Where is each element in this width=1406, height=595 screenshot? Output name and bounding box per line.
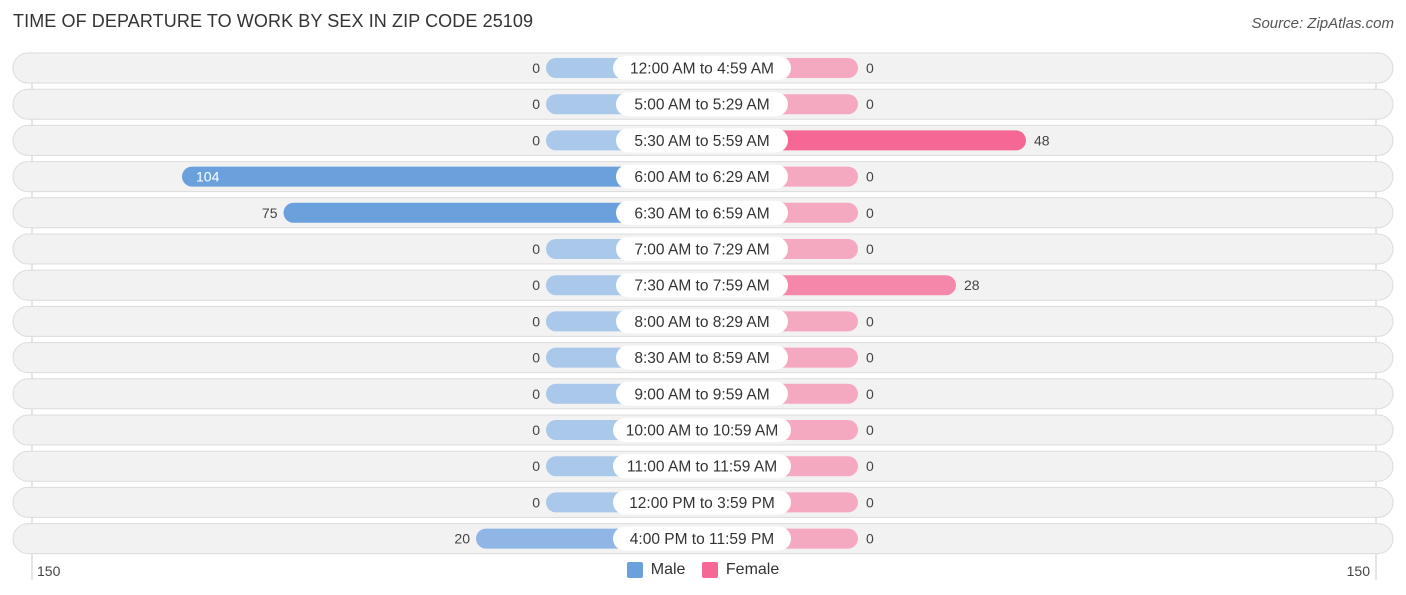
value-label-female: 0	[866, 422, 874, 438]
category-label: 7:30 AM to 7:59 AM	[634, 278, 769, 295]
value-label-male: 0	[532, 494, 540, 510]
legend-swatch-female	[701, 562, 718, 578]
value-label-male: 0	[532, 422, 540, 438]
value-label-female: 0	[866, 60, 874, 76]
value-label-female: 0	[866, 169, 874, 185]
value-label-female: 48	[1034, 132, 1050, 148]
category-label: 8:30 AM to 8:59 AM	[634, 350, 769, 367]
value-label-female: 0	[866, 313, 874, 329]
category-label: 10:00 AM to 10:59 AM	[626, 423, 779, 440]
value-label-male: 0	[532, 96, 540, 112]
chart-area: 12:00 AM to 4:59 AM 0 0 5:00 AM to 5:29 AM 0…	[12, 52, 1394, 580]
legend-item-female: Female	[701, 561, 780, 579]
value-label-female: 0	[866, 241, 874, 257]
value-label-female: 0	[866, 458, 874, 474]
legend-swatch-male	[626, 562, 643, 578]
legend: Male Female	[0, 561, 1406, 583]
category-label: 6:30 AM to 6:59 AM	[634, 205, 769, 222]
value-label-female: 0	[866, 205, 874, 221]
category-label: 5:30 AM to 5:59 AM	[634, 133, 769, 150]
category-label: 11:00 AM to 11:59 AM	[627, 459, 777, 476]
value-label-male: 0	[532, 277, 540, 293]
value-label-female: 0	[866, 350, 874, 366]
category-label: 12:00 PM to 3:59 PM	[629, 495, 775, 512]
value-label-female: 0	[866, 386, 874, 402]
category-label: 7:00 AM to 7:29 AM	[634, 242, 769, 259]
category-label: 5:00 AM to 5:29 AM	[634, 97, 769, 114]
value-label-male: 0	[532, 350, 540, 366]
value-label-male: 0	[532, 386, 540, 402]
category-label: 8:00 AM to 8:29 AM	[634, 314, 769, 331]
category-label: 6:00 AM to 6:29 AM	[634, 169, 769, 186]
value-label-male: 104	[196, 169, 220, 185]
value-label-male: 0	[532, 313, 540, 329]
value-label-female: 28	[964, 277, 980, 293]
value-label-male: 20	[454, 531, 470, 547]
value-label-female: 0	[866, 96, 874, 112]
legend-label-female: Female	[725, 561, 780, 578]
value-label-female: 0	[866, 531, 874, 547]
value-label-male: 0	[532, 132, 540, 148]
category-label: 9:00 AM to 9:59 AM	[634, 386, 769, 403]
value-label-male: 0	[532, 241, 540, 257]
legend-label-male: Male	[650, 561, 686, 578]
category-label: 12:00 AM to 4:59 AM	[630, 61, 774, 78]
category-label: 4:00 PM to 11:59 PM	[630, 531, 774, 548]
legend-item-male: Male	[626, 561, 686, 579]
value-label-male: 75	[262, 205, 278, 221]
value-label-male: 0	[532, 60, 540, 76]
value-label-male: 0	[532, 458, 540, 474]
value-label-female: 0	[866, 494, 874, 510]
